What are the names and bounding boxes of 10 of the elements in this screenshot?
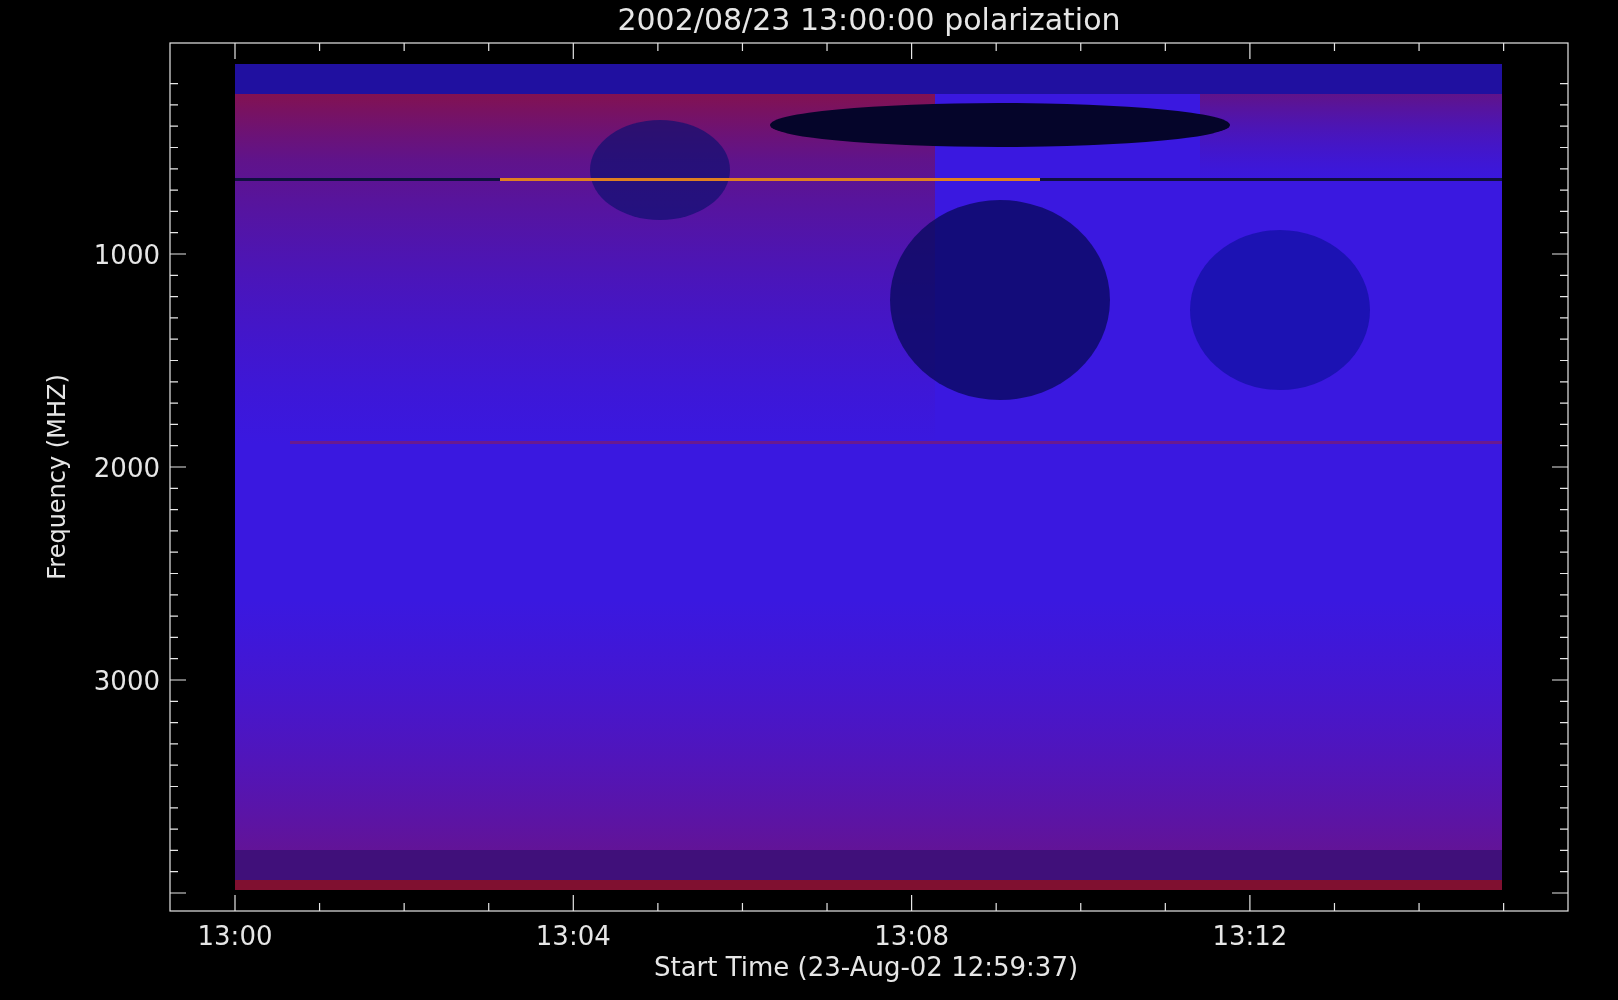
axis-tick-label: 3000 xyxy=(93,666,160,696)
axis-tick-label: 13:08 xyxy=(874,921,950,951)
axis-label: Frequency (MHZ) xyxy=(43,374,71,580)
axis-tick-label: 13:12 xyxy=(1212,921,1288,951)
axis-tick-label: 1000 xyxy=(93,240,160,270)
axis-label: Start Time (23-Aug-02 12:59:37) xyxy=(653,952,1079,982)
axis-tick-label: 13:04 xyxy=(535,921,611,951)
chart-title: 2002/08/23 13:00:00 polarization xyxy=(617,2,1121,37)
axis-tick-label: 13:00 xyxy=(197,921,273,951)
axis-tick-label: 2000 xyxy=(93,453,160,483)
